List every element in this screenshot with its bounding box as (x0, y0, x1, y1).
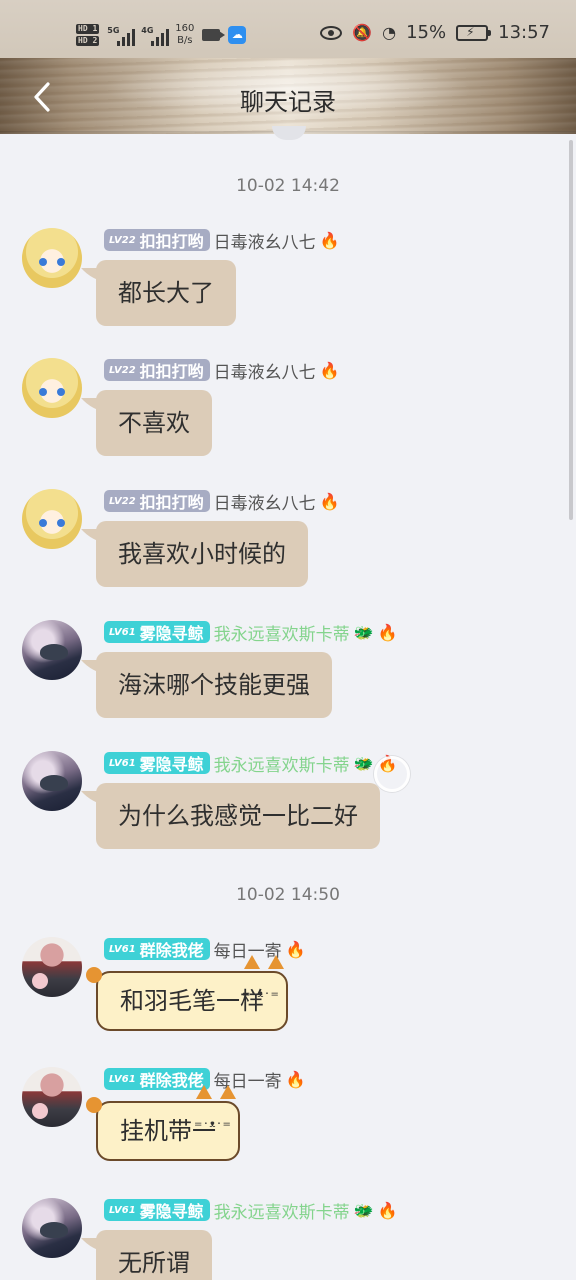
hd2-badge: HD 2 (76, 36, 100, 46)
fire-icon: 🔥 (285, 1069, 306, 1089)
fire-icon: 🔥 (319, 230, 340, 250)
level-badge: LV22 扣扣打哟 (104, 229, 210, 251)
sender-title: 日毒液幺八七 (213, 232, 316, 253)
sender-name: 雾隐寻鲸 (139, 1202, 204, 1221)
cat-tail-icon (86, 1097, 102, 1113)
sender-title: 日毒液幺八七 (213, 493, 316, 514)
sender-line: LV61 雾隐寻鲸 我永远喜欢斯卡蒂 🐲 🔥 (104, 1198, 398, 1223)
fire-icon: 🔥 (319, 360, 340, 380)
avatar[interactable] (22, 358, 82, 418)
message-bubble[interactable]: 都长大了 (96, 260, 236, 326)
clock: 13:57 (498, 22, 550, 43)
sender-name: 雾隐寻鲸 (139, 755, 204, 774)
sender-name: 扣扣打哟 (139, 493, 204, 512)
cat-ears-icon: =･ᴥ･= (192, 1083, 242, 1130)
sender-title: 我永远喜欢斯卡蒂 (213, 624, 350, 645)
avatar[interactable] (22, 620, 82, 680)
touch-indicator (374, 756, 410, 792)
avatar[interactable] (22, 751, 82, 811)
sender-name: 扣扣打哟 (139, 232, 204, 251)
avatar[interactable] (22, 1067, 82, 1127)
battery-percent: 15% (406, 22, 447, 43)
page-title: 聊天记录 (240, 88, 336, 116)
timestamp: 10-02 14:50 (236, 885, 340, 905)
sender-name: 群除我佬 (139, 941, 204, 960)
avatar[interactable] (22, 937, 82, 997)
cloud-icon: ☁ (228, 26, 247, 44)
sender-name: 扣扣打哟 (139, 362, 204, 381)
message-bubble[interactable]: 和羽毛笔一样 =･ᴥ･= (86, 955, 288, 1031)
avatar[interactable] (22, 228, 82, 288)
battery-charging-icon: ⚡ (456, 24, 492, 41)
pull-handle (272, 126, 306, 140)
hd1-badge: HD 1 (76, 24, 100, 34)
message-bubble[interactable]: 为什么我感觉一比二好 (96, 783, 380, 849)
fire-icon: 🔥 (377, 1200, 398, 1220)
bell-muted-icon: 🔕 (352, 23, 373, 42)
message-bubble[interactable]: 无所谓 (96, 1230, 212, 1280)
sender-title: 我永远喜欢斯卡蒂 (213, 1202, 350, 1223)
timestamp: 10-02 14:42 (236, 176, 340, 196)
scrollbar[interactable] (569, 140, 573, 520)
signal-4g-icon: 4G (141, 24, 170, 46)
status-left: HD 1 HD 2 5G 4G 160 B/s ☁ (76, 18, 247, 52)
sender-line: LV61 雾隐寻鲸 我永远喜欢斯卡蒂 🐲 🔥 (104, 751, 398, 776)
dragon-icon: 🐲 (353, 753, 374, 773)
hd-indicators: HD 1 HD 2 (76, 24, 100, 46)
cat-ears-icon: =･ᴥ･= (240, 953, 290, 1000)
level-badge: LV61 雾隐寻鲸 (104, 752, 210, 774)
top-bar: HD 1 HD 2 5G 4G 160 B/s ☁ 🔕 ◔ 15% ⚡ 13:5… (0, 0, 576, 134)
video-camera-icon (202, 29, 226, 41)
avatar[interactable] (22, 1198, 82, 1258)
level-badge: LV61 雾隐寻鲸 (104, 1199, 210, 1221)
level-badge: LV61 群除我佬 (104, 938, 210, 960)
eye-icon (320, 25, 343, 40)
avatar[interactable] (22, 489, 82, 549)
fire-icon: 🔥 (377, 622, 398, 642)
status-right: 🔕 ◔ 15% ⚡ 13:57 (320, 22, 550, 43)
message-bubble[interactable]: 不喜欢 (96, 390, 212, 456)
speedometer-icon: ◔ (382, 23, 397, 42)
dragon-icon: 🐲 (353, 1200, 374, 1220)
sender-title: 我永远喜欢斯卡蒂 (213, 755, 350, 776)
sender-line: LV22 扣扣打哟 日毒液幺八七 🔥 (104, 228, 340, 253)
cat-tail-icon (86, 967, 102, 983)
sender-line: LV22 扣扣打哟 日毒液幺八七 🔥 (104, 358, 340, 383)
message-bubble[interactable]: 海沫哪个技能更强 (96, 652, 332, 718)
network-speed: 160 B/s (175, 23, 195, 46)
sender-title: 日毒液幺八七 (213, 362, 316, 383)
sender-name: 雾隐寻鲸 (139, 624, 204, 643)
level-badge: LV61 雾隐寻鲸 (104, 621, 210, 643)
fire-icon: 🔥 (319, 491, 340, 511)
message-bubble[interactable]: 挂机带一 =･ᴥ･= (86, 1085, 240, 1161)
dragon-icon: 🐲 (353, 622, 374, 642)
sender-line: LV22 扣扣打哟 日毒液幺八七 🔥 (104, 489, 340, 514)
level-badge: LV22 扣扣打哟 (104, 490, 210, 512)
status-bar: HD 1 HD 2 5G 4G 160 B/s ☁ 🔕 ◔ 15% ⚡ 13:5… (0, 0, 576, 58)
message-bubble[interactable]: 我喜欢小时候的 (96, 521, 308, 587)
signal-5g-icon: 5G (107, 24, 136, 46)
header: 聊天记录 (0, 58, 576, 134)
level-badge: LV22 扣扣打哟 (104, 359, 210, 381)
sender-line: LV61 雾隐寻鲸 我永远喜欢斯卡蒂 🐲 🔥 (104, 620, 398, 645)
